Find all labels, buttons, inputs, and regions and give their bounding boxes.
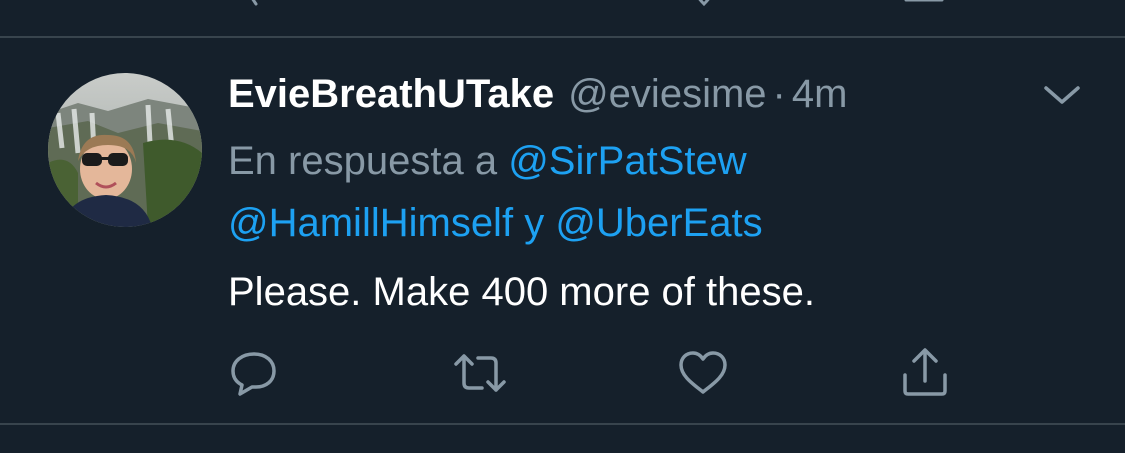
reply-joiner: y — [524, 201, 545, 245]
previous-tweet-actions — [0, 0, 1125, 7]
reply-bubble-icon[interactable] — [222, 0, 270, 6]
mention-link[interactable]: @UberEats — [555, 201, 762, 245]
chevron-down-icon[interactable] — [1040, 78, 1084, 114]
display-name[interactable]: EvieBreathUTake — [228, 72, 554, 116]
separator-dot: · — [772, 72, 786, 116]
retweet-icon — [454, 354, 506, 392]
user-handle[interactable]: @eviesime — [568, 72, 766, 116]
retweet-icon[interactable] — [450, 0, 498, 6]
reply-context: En respuesta a @SirPatStew @HamillHimsel… — [228, 130, 928, 254]
heart-icon[interactable] — [680, 0, 728, 7]
share-upload-icon — [903, 348, 947, 396]
tweet-divider-bottom — [0, 423, 1125, 425]
heart-icon — [679, 351, 727, 394]
tweet-divider-top — [0, 36, 1125, 38]
share-upload-icon[interactable] — [900, 0, 948, 6]
reply-button[interactable] — [226, 345, 282, 401]
reply-bubble-icon — [231, 352, 276, 396]
timestamp[interactable]: 4m — [792, 72, 848, 116]
avatar[interactable] — [48, 73, 202, 227]
tweet-view: EvieBreathUTake @eviesime · 4m En respuesta… — [0, 0, 1125, 453]
tweet-text: Please. Make 400 more of these. — [228, 270, 815, 314]
tweet-header: EvieBreathUTake @eviesime · 4m — [228, 70, 847, 118]
share-button[interactable] — [897, 345, 953, 401]
mention-link[interactable]: @HamillHimself — [228, 201, 513, 245]
retweet-button[interactable] — [452, 345, 508, 401]
tweet-actions — [0, 345, 1125, 401]
like-button[interactable] — [675, 345, 731, 401]
reply-prefix: En respuesta a — [228, 139, 498, 183]
mention-link[interactable]: @SirPatStew — [508, 139, 746, 183]
